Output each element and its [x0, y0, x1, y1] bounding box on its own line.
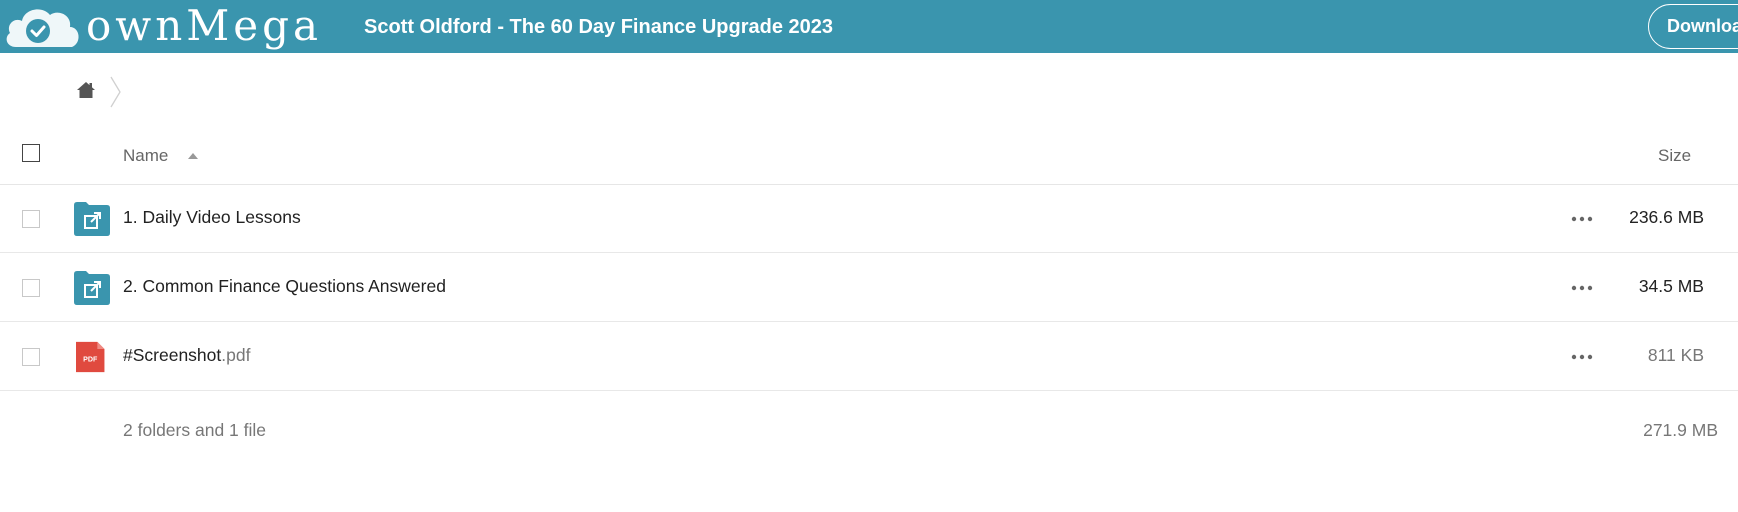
file-name: 1. Daily Video Lessons	[123, 207, 301, 227]
cloud-check-icon	[6, 9, 79, 47]
page-title: Scott Oldford - The 60 Day Finance Upgra…	[364, 16, 834, 38]
logo-text: ownMega	[86, 1, 323, 50]
select-all-checkbox[interactable]	[22, 144, 40, 162]
chevron-right-icon	[110, 76, 121, 108]
logo[interactable]: ownMega	[0, 0, 318, 53]
table-row[interactable]: PDF #Screenshot.pdf 811 KB	[0, 323, 1738, 391]
column-header-name[interactable]: Name	[123, 146, 168, 166]
file-name: 2. Common Finance Questions Answered	[123, 276, 446, 296]
file-size: 236.6 MB	[1629, 207, 1704, 227]
sort-ascending-icon[interactable]	[188, 153, 198, 159]
pdf-icon-label: PDF	[83, 355, 98, 363]
file-name: #Screenshot.pdf	[123, 345, 251, 365]
file-size: 811 KB	[1647, 345, 1704, 365]
breadcrumb	[76, 76, 136, 108]
top-bar: ownMega Scott Oldford - The 60 Day Finan…	[0, 0, 1738, 53]
more-options-icon[interactable]	[1571, 284, 1593, 292]
row-checkbox[interactable]	[22, 279, 40, 297]
download-button[interactable]: Download	[1648, 4, 1738, 49]
table-row[interactable]: 2. Common Finance Questions Answered 34.…	[0, 254, 1738, 322]
summary-count: 2 folders and 1 file	[123, 420, 267, 440]
row-checkbox[interactable]	[22, 210, 40, 228]
shared-folder-icon	[74, 271, 110, 305]
shared-folder-icon	[74, 202, 110, 236]
row-checkbox[interactable]	[22, 348, 40, 366]
content-panel-top	[0, 53, 1738, 73]
home-icon[interactable]	[76, 80, 96, 100]
table-row[interactable]: 1. Daily Video Lessons 236.6 MB	[0, 185, 1738, 253]
file-size: 34.5 MB	[1638, 276, 1704, 296]
table-header: Name Size	[0, 128, 1738, 185]
more-options-icon[interactable]	[1571, 353, 1593, 361]
summary-total-size: 271.9 MB	[1643, 420, 1718, 440]
column-header-size[interactable]: Size	[1658, 146, 1691, 166]
more-options-icon[interactable]	[1571, 215, 1593, 223]
pdf-file-icon: PDF	[76, 341, 105, 373]
